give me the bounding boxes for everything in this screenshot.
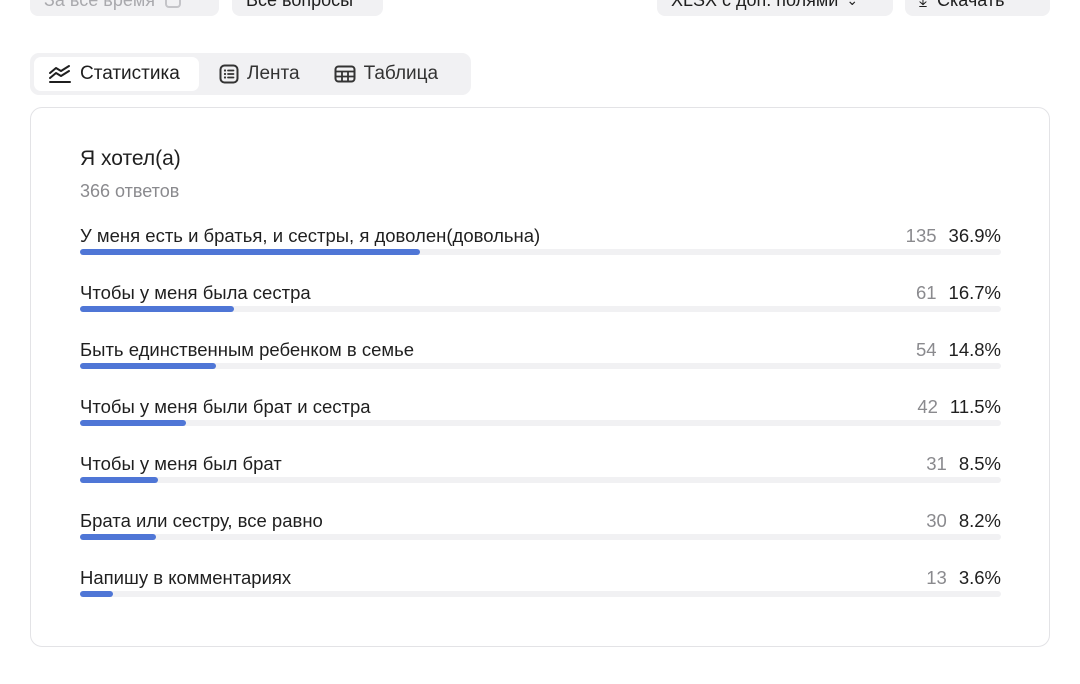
download-button[interactable]: ⤓ Скачать [905, 0, 1050, 16]
tab-statistics[interactable]: Статистика [34, 57, 199, 91]
answer-bar-track [80, 591, 1001, 597]
answer-bar [80, 477, 159, 483]
answer-bar [80, 591, 114, 597]
answer-bar-track [80, 306, 1001, 312]
answer-option-count: 61 [915, 282, 937, 303]
answer-bar [80, 420, 186, 426]
answer-bar [80, 363, 217, 369]
answer-option: Чтобы у меня была сестра 61 16.7% [80, 282, 1001, 339]
answer-option-label: Чтобы у меня был брат [80, 453, 282, 474]
answer-bar [80, 249, 420, 255]
answer-bar [80, 306, 234, 312]
tab-feed[interactable]: Лента [205, 57, 314, 91]
answer-option-label: Быть единственным ребенком в семье [80, 339, 415, 360]
answer-option: Быть единственным ребенком в семье 54 14… [80, 339, 1001, 396]
answer-option-count: 31 [926, 453, 947, 474]
answer-option-count: 42 [917, 396, 938, 417]
period-select[interactable]: За все время [30, 0, 219, 16]
response-count: 366 ответов [80, 181, 180, 201]
question-stats-card: Я хотел(а) 366 ответов У меня есть и бра… [30, 107, 1050, 647]
answer-option-percent: 8.2% [958, 510, 1001, 531]
answer-option-label: Напишу в комментариях [80, 567, 292, 588]
answer-bar-track [80, 534, 1001, 540]
answer-option-count: 13 [926, 567, 947, 588]
chart-icon [49, 65, 71, 83]
answer-option-percent: 8.5% [958, 453, 1001, 474]
answer-bar [80, 534, 156, 540]
answer-option-label: Брата или сестру, все равно [80, 510, 323, 531]
answer-option-percent: 14.8% [948, 339, 1001, 360]
tab-table[interactable]: Таблица [320, 57, 453, 91]
questions-select[interactable]: Все вопросы [232, 0, 383, 16]
answer-option-stats: 54 14.8% [916, 339, 1001, 361]
answer-option: Чтобы у меня были брат и сестра 42 11.5% [80, 396, 1001, 453]
export-format-label: XLSX с доп. полями [671, 0, 838, 11]
answer-bar-track [80, 249, 1001, 255]
answer-option-label: Чтобы у меня были брат и сестра [80, 396, 371, 417]
answer-option-stats: 31 8.5% [926, 453, 1001, 475]
answer-bar-track [80, 420, 1001, 426]
answer-option-label: Чтобы у меня была сестра [80, 282, 311, 303]
question-title: Я хотел(а) [80, 147, 181, 170]
view-tabs: Статистика Лента Таблица [30, 53, 471, 95]
chevron-down-icon: ⌄ [846, 0, 858, 9]
answer-options-chart: У меня есть и братья, и сестры, я доволе… [80, 225, 1001, 624]
answer-option-stats: 30 8.2% [926, 510, 1001, 532]
period-select-label: За все время [44, 0, 155, 11]
table-icon [334, 65, 356, 83]
download-button-label: Скачать [937, 0, 1005, 11]
export-format-select[interactable]: XLSX с доп. полями ⌄ [657, 0, 893, 16]
answer-option-percent: 3.6% [958, 567, 1001, 588]
answer-option-label: У меня есть и братья, и сестры, я доволе… [80, 225, 541, 246]
answer-option-count: 30 [926, 510, 947, 531]
answer-option-percent: 16.7% [948, 282, 1001, 303]
answer-option-stats: 135 36.9% [906, 225, 1001, 247]
list-icon [219, 64, 239, 84]
answer-option-count: 54 [915, 339, 937, 360]
answer-option-stats: 13 3.6% [926, 567, 1001, 589]
answer-option-stats: 42 11.5% [917, 396, 1001, 418]
answer-option: Брата или сестру, все равно 30 8.2% [80, 510, 1001, 567]
answer-option-stats: 61 16.7% [916, 282, 1001, 304]
download-icon: ⤓ [919, 0, 927, 11]
answer-option: Чтобы у меня был брат 31 8.5% [80, 453, 1001, 510]
tab-table-label: Таблица [363, 63, 439, 84]
answer-option-count: 135 [905, 225, 937, 246]
questions-select-label: Все вопросы [246, 0, 353, 11]
tab-feed-label: Лента [247, 63, 300, 84]
answer-option-percent: 36.9% [948, 225, 1001, 246]
calendar-icon [164, 0, 181, 8]
answer-option: У меня есть и братья, и сестры, я доволе… [80, 225, 1001, 282]
answer-option: Напишу в комментариях 13 3.6% [80, 567, 1001, 624]
answer-option-percent: 11.5% [949, 396, 1001, 417]
tab-statistics-label: Статистика [80, 63, 180, 84]
answer-bar-track [80, 363, 1001, 369]
answer-bar-track [80, 477, 1001, 483]
